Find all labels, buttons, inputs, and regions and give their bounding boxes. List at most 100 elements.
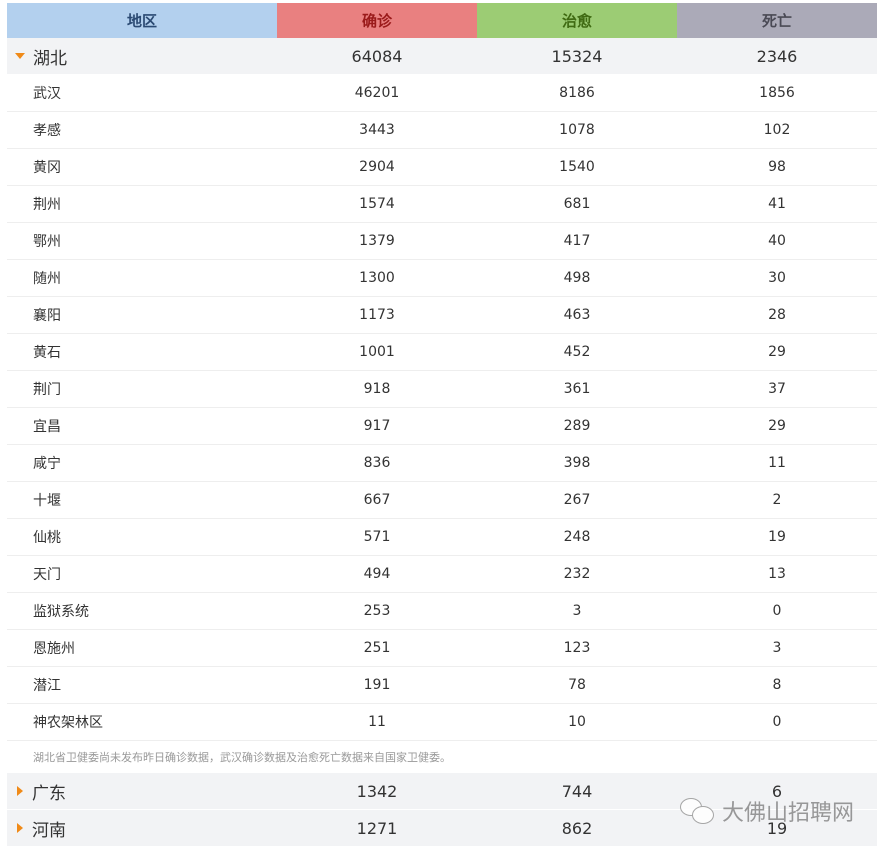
city-name: 襄阳 [33, 308, 61, 324]
city-name: 鄂州 [33, 234, 61, 250]
city-dead: 13 [768, 566, 786, 582]
epidemic-table: 地区 确诊 治愈 死亡 湖北 64084 15324 2346 武汉 46201 8… [7, 3, 877, 847]
city-dead: 40 [768, 233, 786, 249]
city-row: 黄冈 2904 1540 98 [7, 149, 877, 186]
city-confirmed: 2904 [359, 159, 395, 175]
city-name: 十堰 [33, 493, 61, 509]
city-cured: 8186 [559, 85, 595, 101]
city-dead: 11 [768, 455, 786, 471]
city-confirmed: 917 [363, 418, 391, 434]
city-cured: 289 [563, 418, 591, 434]
city-cured: 463 [563, 307, 591, 323]
city-row: 神农架林区 11 10 0 [7, 704, 877, 741]
province-cured: 744 [561, 781, 593, 801]
city-confirmed: 571 [363, 529, 391, 545]
city-row: 宜昌 917 289 29 [7, 408, 877, 445]
city-name: 恩施州 [33, 641, 75, 657]
city-dead: 3 [772, 640, 782, 656]
city-cured: 78 [568, 677, 586, 693]
city-row: 襄阳 1173 463 28 [7, 297, 877, 334]
city-row: 仙桃 571 248 19 [7, 519, 877, 556]
city-cured: 417 [563, 233, 591, 249]
province-row-hubei[interactable]: 湖北 64084 15324 2346 [7, 38, 877, 75]
city-cured: 681 [563, 196, 591, 212]
city-row: 随州 1300 498 30 [7, 260, 877, 297]
province-cured: 15324 [551, 46, 603, 66]
city-dead: 29 [768, 344, 786, 360]
city-dead: 0 [772, 714, 782, 730]
caret-right-icon[interactable] [17, 823, 23, 833]
wechat-icon [680, 798, 716, 824]
city-confirmed: 667 [363, 492, 391, 508]
city-dead: 19 [768, 529, 786, 545]
table-header: 地区 确诊 治愈 死亡 [7, 3, 877, 38]
city-cured: 1078 [559, 122, 595, 138]
city-confirmed: 1379 [359, 233, 395, 249]
city-cured: 452 [563, 344, 591, 360]
city-dead: 102 [763, 122, 791, 138]
city-name: 随州 [33, 271, 61, 287]
city-confirmed: 836 [363, 455, 391, 471]
header-cured[interactable]: 治愈 [477, 3, 677, 38]
city-name: 宜昌 [33, 419, 61, 435]
city-list: 武汉 46201 8186 1856 孝感 3443 1078 102 黄冈 2904 1540… [7, 75, 877, 741]
city-name: 武汉 [33, 86, 61, 102]
province-cured: 862 [561, 818, 593, 838]
city-name: 黄石 [33, 345, 61, 361]
city-dead: 28 [768, 307, 786, 323]
city-confirmed: 191 [363, 677, 391, 693]
city-cured: 361 [563, 381, 591, 397]
city-name: 潜江 [33, 678, 61, 694]
header-region[interactable]: 地区 [7, 3, 277, 38]
caret-down-icon[interactable] [15, 53, 25, 59]
province-dead: 2346 [756, 46, 798, 66]
city-dead: 8 [772, 677, 782, 693]
city-dead: 37 [768, 381, 786, 397]
city-cured: 123 [563, 640, 591, 656]
caret-right-icon[interactable] [17, 786, 23, 796]
city-row: 天门 494 232 13 [7, 556, 877, 593]
city-dead: 1856 [759, 85, 795, 101]
city-confirmed: 918 [363, 381, 391, 397]
city-name: 孝感 [33, 123, 61, 139]
city-confirmed: 1001 [359, 344, 395, 360]
city-confirmed: 1300 [359, 270, 395, 286]
city-row: 恩施州 251 123 3 [7, 630, 877, 667]
city-row: 孝感 3443 1078 102 [7, 112, 877, 149]
city-row: 荆州 1574 681 41 [7, 186, 877, 223]
city-dead: 0 [772, 603, 782, 619]
city-confirmed: 3443 [359, 122, 395, 138]
city-confirmed: 46201 [354, 85, 400, 101]
city-cured: 1540 [559, 159, 595, 175]
city-row: 咸宁 836 398 11 [7, 445, 877, 482]
city-cured: 232 [563, 566, 591, 582]
province-confirmed: 1342 [356, 781, 398, 801]
city-row: 黄石 1001 452 29 [7, 334, 877, 371]
city-name: 荆门 [33, 382, 61, 398]
header-dead[interactable]: 死亡 [677, 3, 877, 38]
city-name: 仙桃 [33, 530, 61, 546]
city-name: 荆州 [33, 197, 61, 213]
city-row: 潜江 191 78 8 [7, 667, 877, 704]
city-row: 荆门 918 361 37 [7, 371, 877, 408]
city-dead: 2 [772, 492, 782, 508]
city-dead: 29 [768, 418, 786, 434]
city-name: 咸宁 [33, 456, 61, 472]
city-confirmed: 11 [368, 714, 386, 730]
city-name: 天门 [33, 567, 61, 583]
province-confirmed: 64084 [351, 46, 403, 66]
city-cured: 498 [563, 270, 591, 286]
city-name: 监狱系统 [33, 604, 89, 620]
province-confirmed: 1271 [356, 818, 398, 838]
city-confirmed: 251 [363, 640, 391, 656]
header-confirmed[interactable]: 确诊 [277, 3, 477, 38]
city-confirmed: 494 [363, 566, 391, 582]
province-name: 河南 [32, 820, 66, 841]
city-row: 鄂州 1379 417 40 [7, 223, 877, 260]
city-name: 黄冈 [33, 160, 61, 176]
city-dead: 98 [768, 159, 786, 175]
city-cured: 398 [563, 455, 591, 471]
city-name: 神农架林区 [33, 715, 103, 731]
data-source-note: 湖北省卫健委尚未发布昨日确诊数据，武汉确诊数据及治愈死亡数据来自国家卫健委。 [7, 741, 877, 773]
city-row: 十堰 667 267 2 [7, 482, 877, 519]
